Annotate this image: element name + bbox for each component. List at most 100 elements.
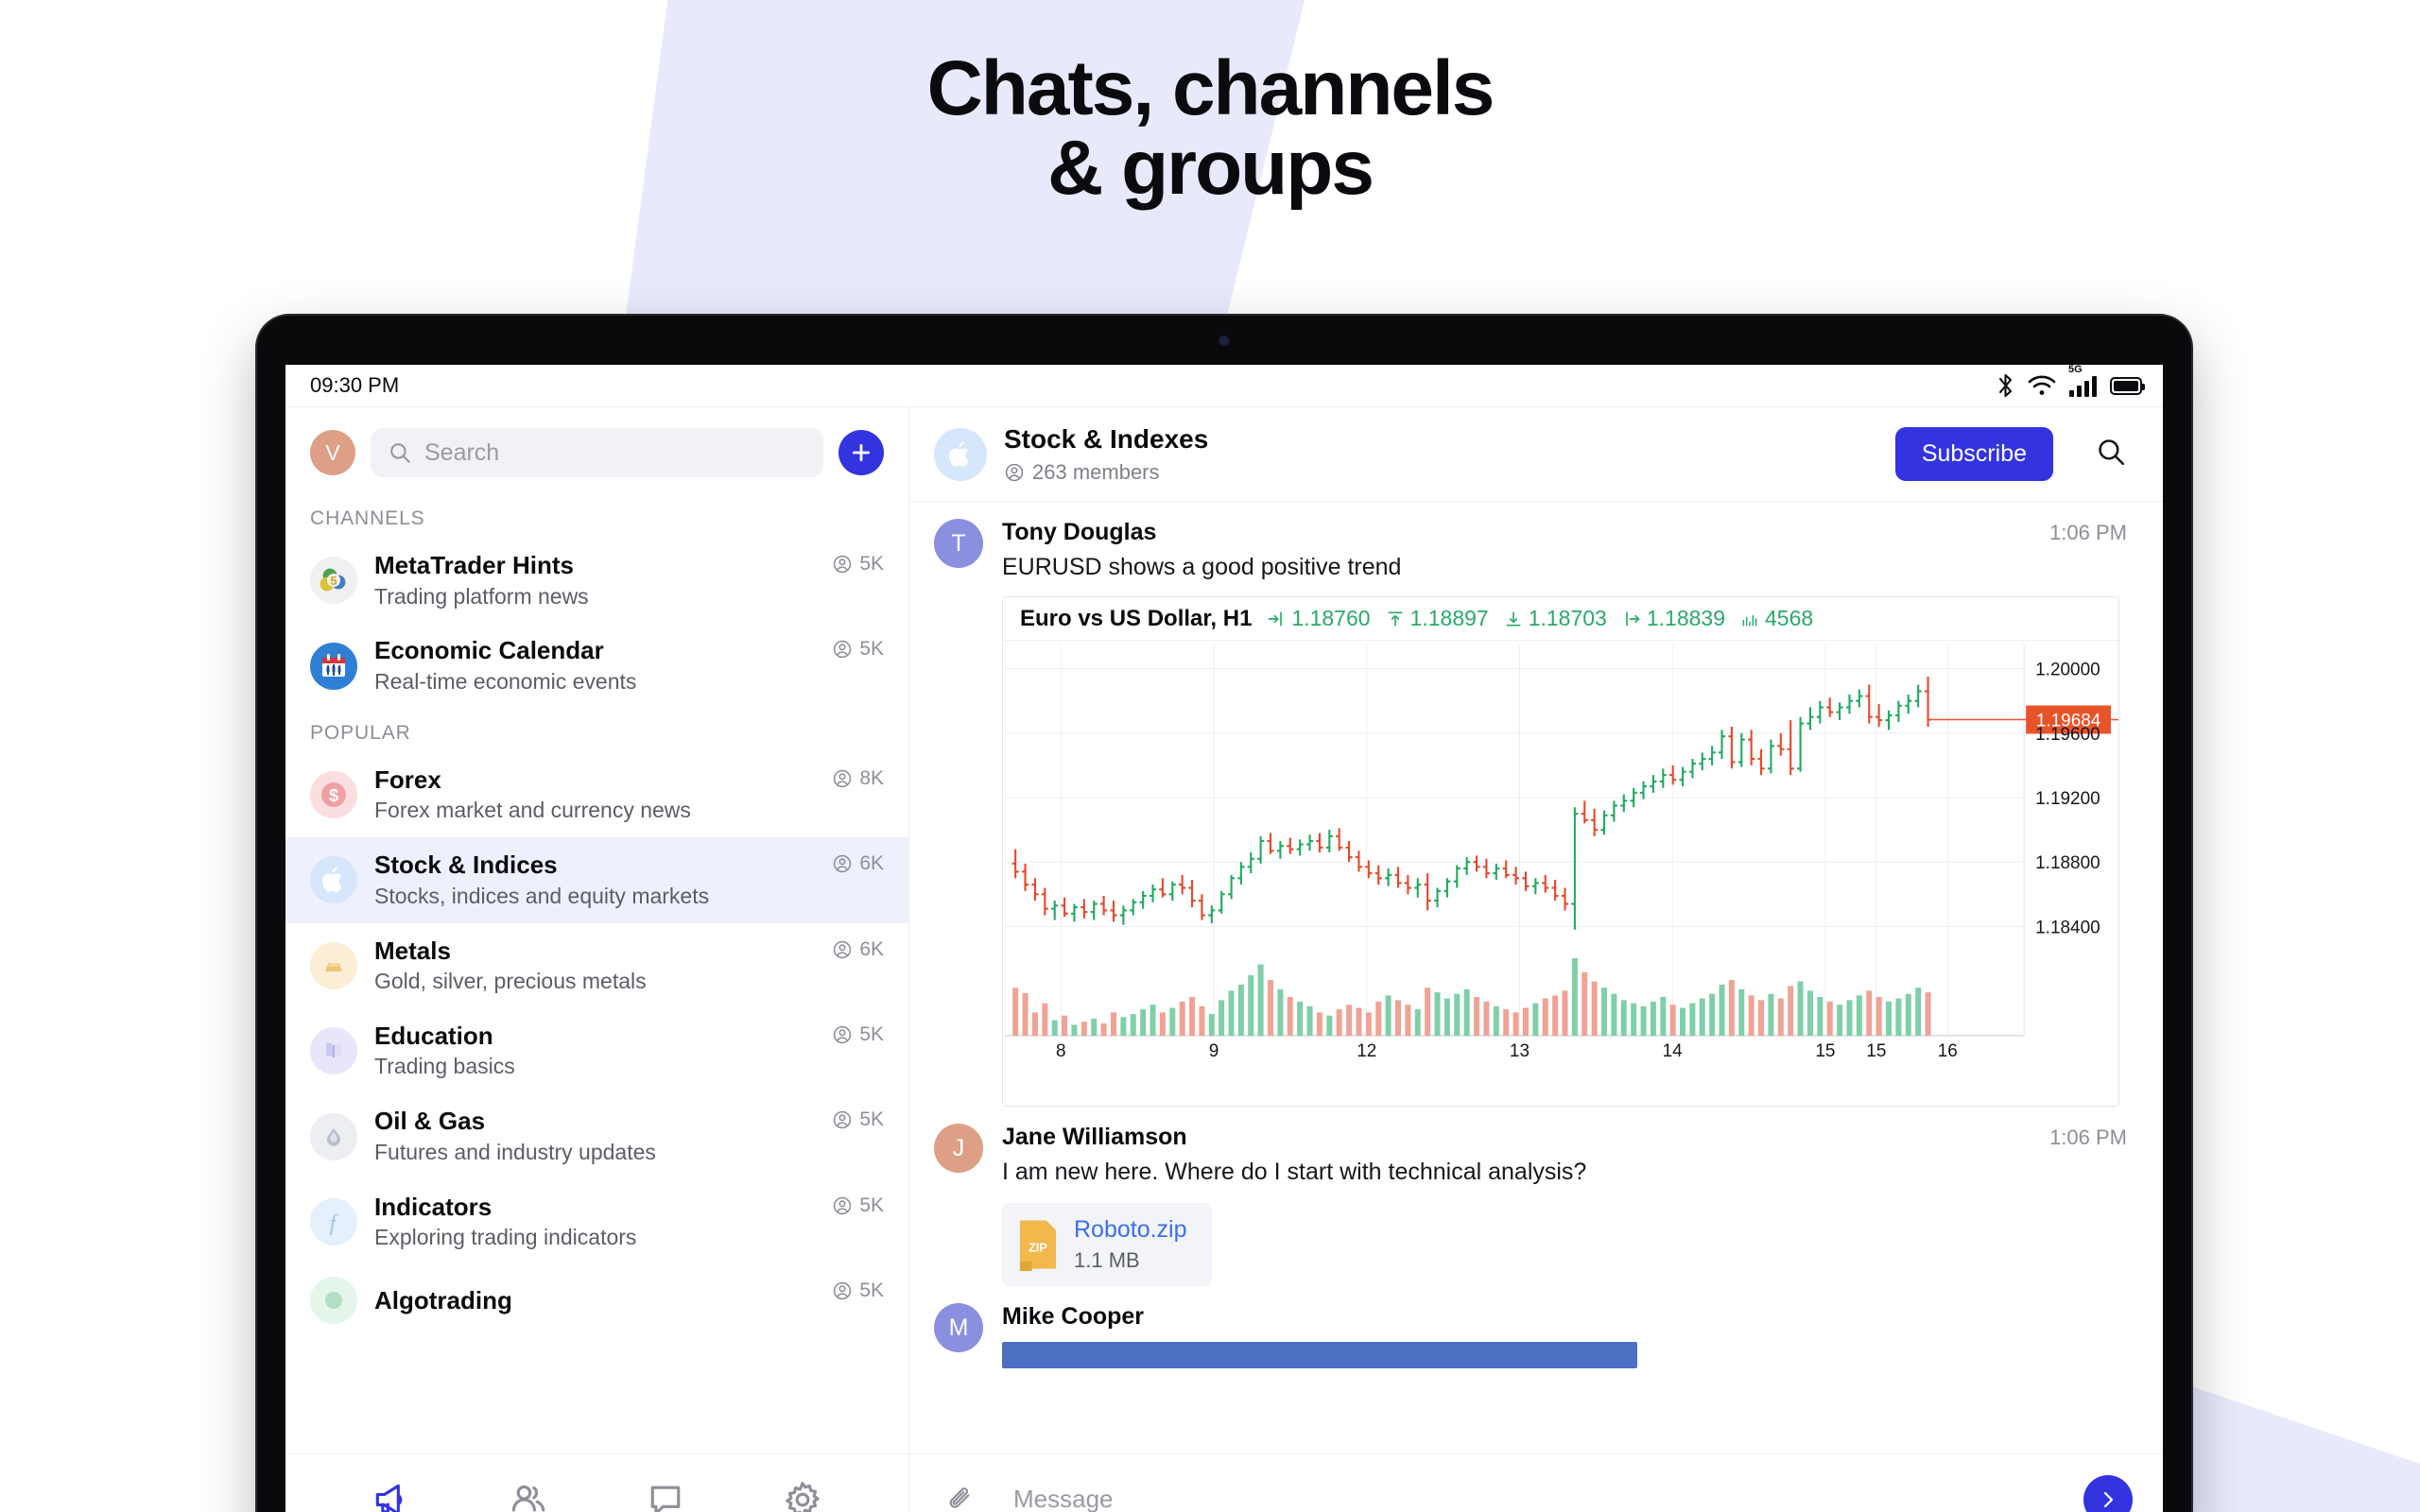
sidebar-item-metatrader-hints[interactable]: 5 MetaTrader Hints Trading platform news 5… (285, 538, 908, 623)
sidebar-section-label: CHANNELS (310, 507, 425, 529)
message-item: J Jane Williamson 1:06 PM I am new here.… (909, 1107, 2163, 1286)
headline-line-2: & groups (1047, 124, 1374, 211)
channel-description: Gold, silver, precious metals (374, 969, 647, 994)
message-text: EURUSD shows a good positive trend (1002, 554, 1402, 580)
channel-name: Algotrading (374, 1285, 512, 1314)
message-input[interactable] (985, 1485, 2083, 1512)
headline-line-1: Chats, channels (926, 45, 1495, 131)
person-circle-icon (1005, 463, 1024, 481)
metatrader-logo-icon: 5 (310, 557, 357, 605)
chart-close-value: 1.18839 (1622, 606, 1725, 631)
chat-header: Stock & Indexes 263 members Subscribe (909, 407, 2163, 502)
person-circle-icon (834, 940, 852, 958)
high-price-icon (1388, 611, 1403, 626)
message-content-placeholder (1002, 1342, 1637, 1368)
algo-icon (310, 1277, 357, 1325)
sidebar-item-chats-tab[interactable] (645, 1479, 686, 1512)
channel-list[interactable]: CHANNELS 5 MetaTrader Hints Trading platfor… (285, 494, 908, 1453)
sidebar-item-community-tab[interactable] (508, 1479, 549, 1512)
person-circle-icon (834, 769, 852, 787)
avatar[interactable]: V (310, 430, 355, 475)
message-composer (909, 1453, 2163, 1512)
person-circle-icon (834, 1281, 852, 1300)
sidebar-item-forex[interactable]: $ Forex Forex market and currency news 8K (285, 752, 908, 837)
channel-name: Indicators (374, 1192, 493, 1221)
price-chart[interactable]: Euro vs US Dollar, H1 1.18760 1.18897 1.… (1002, 596, 2119, 1107)
attach-file-button[interactable] (934, 1485, 985, 1512)
sidebar-item-stock-indices[interactable]: Stock & Indices Stocks, indices and equit… (285, 837, 908, 923)
svg-text:ZIP: ZIP (1028, 1241, 1047, 1255)
message-timestamp: 1:06 PM (2049, 521, 2127, 544)
chart-volume-value: 4568 (1740, 606, 1813, 631)
bottom-navigation (285, 1453, 908, 1512)
channel-description: Trading platform news (374, 583, 589, 609)
svg-text:14: 14 (1663, 1041, 1683, 1061)
plus-icon (853, 444, 870, 461)
sidebar-item-channels-tab[interactable] (371, 1479, 412, 1512)
send-arrow-icon (2103, 1491, 2114, 1507)
zip-file-icon: ZIP (1019, 1220, 1057, 1271)
channel-name: Metals (374, 936, 451, 965)
message-author: Jane Williamson (1002, 1124, 1187, 1150)
sidebar-item-education[interactable]: Education Trading basics 5K (285, 1008, 908, 1093)
sidebar-item-settings-tab[interactable] (782, 1479, 823, 1512)
book-icon (310, 1027, 357, 1075)
message-author: Tony Douglas (1002, 519, 1157, 545)
sidebar-item-metals[interactable]: Metals Gold, silver, precious metals 6K (285, 923, 908, 1008)
svg-text:1.19200: 1.19200 (2035, 789, 2100, 809)
search-icon (390, 443, 410, 463)
battery-icon (2110, 376, 2145, 395)
avatar: T (934, 519, 983, 568)
sidebar-item-economic-calendar[interactable]: Economic Calendar Real-time economic even… (285, 623, 908, 708)
svg-text:1.20000: 1.20000 (2035, 661, 2100, 680)
page-title: Stock & Indexes (1004, 424, 1209, 455)
subscribe-button[interactable]: Subscribe (1894, 427, 2053, 481)
channel-avatar-icon (934, 427, 987, 481)
open-price-icon (1269, 611, 1283, 626)
megaphone-icon (376, 1484, 403, 1512)
chart-open-value: 1.18760 (1267, 606, 1371, 631)
channel-name: Economic Calendar (374, 636, 604, 665)
file-attachment[interactable]: ZIP Roboto.zip 1.1 MB (1002, 1203, 1212, 1286)
sidebar-item-oil-gas[interactable]: Oil & Gas Futures and industry updates 5K (285, 1093, 908, 1178)
apple-icon (310, 856, 357, 904)
channel-description: Trading basics (374, 1054, 515, 1079)
avatar: J (934, 1124, 983, 1173)
paperclip-icon (949, 1486, 970, 1508)
channel-member-count: 8K (832, 765, 884, 790)
person-circle-icon (834, 1025, 852, 1044)
chat-search-button[interactable] (2095, 436, 2127, 472)
channel-member-count: 5K (832, 1021, 884, 1046)
svg-text:f: f (330, 1211, 339, 1236)
svg-text:8: 8 (1056, 1041, 1066, 1061)
channel-member-count: 5K (832, 635, 884, 661)
channel-member-count: 6K (832, 936, 884, 961)
svg-text:12: 12 (1357, 1041, 1376, 1061)
people-icon (511, 1485, 545, 1512)
add-channel-button[interactable] (838, 430, 884, 475)
search-input[interactable]: Search (371, 428, 823, 477)
apple-icon (949, 440, 969, 467)
sidebar-item-algotrading[interactable]: Algotrading 5K (285, 1264, 908, 1336)
send-button[interactable] (2083, 1474, 2133, 1512)
function-icon: f (310, 1197, 357, 1246)
channel-name: Stock & Indices (374, 850, 558, 880)
message-text: I am new here. Where do I start with tec… (1002, 1159, 1587, 1185)
channel-name: Oil & Gas (374, 1107, 486, 1136)
channel-description: Forex market and currency news (374, 798, 691, 823)
message-list[interactable]: T Tony Douglas 1:06 PM EURUSD shows a go… (909, 502, 2163, 1453)
chart-plot-area: 1.19684 1.20000 1.19600 1.19200 1.18800 1.184… (1003, 641, 2118, 1106)
device-bezel (257, 316, 2191, 365)
svg-text:1.18800: 1.18800 (2035, 853, 2100, 873)
message-timestamp: 1:06 PM (2049, 1125, 2127, 1149)
svg-text:15: 15 (1866, 1041, 1886, 1061)
svg-text:9: 9 (1209, 1041, 1219, 1061)
person-circle-icon (834, 555, 852, 574)
file-name[interactable]: Roboto.zip (1074, 1216, 1187, 1244)
sidebar-section-label: POPULAR (310, 721, 411, 744)
sidebar-item-indicators[interactable]: f Indicators Exploring trading indicators … (285, 1179, 908, 1264)
bluetooth-icon (1998, 373, 2013, 398)
status-bar-icons: 5G (1996, 364, 2145, 398)
message-author: Mike Cooper (1002, 1303, 1145, 1330)
camera-icon (1219, 336, 1229, 345)
